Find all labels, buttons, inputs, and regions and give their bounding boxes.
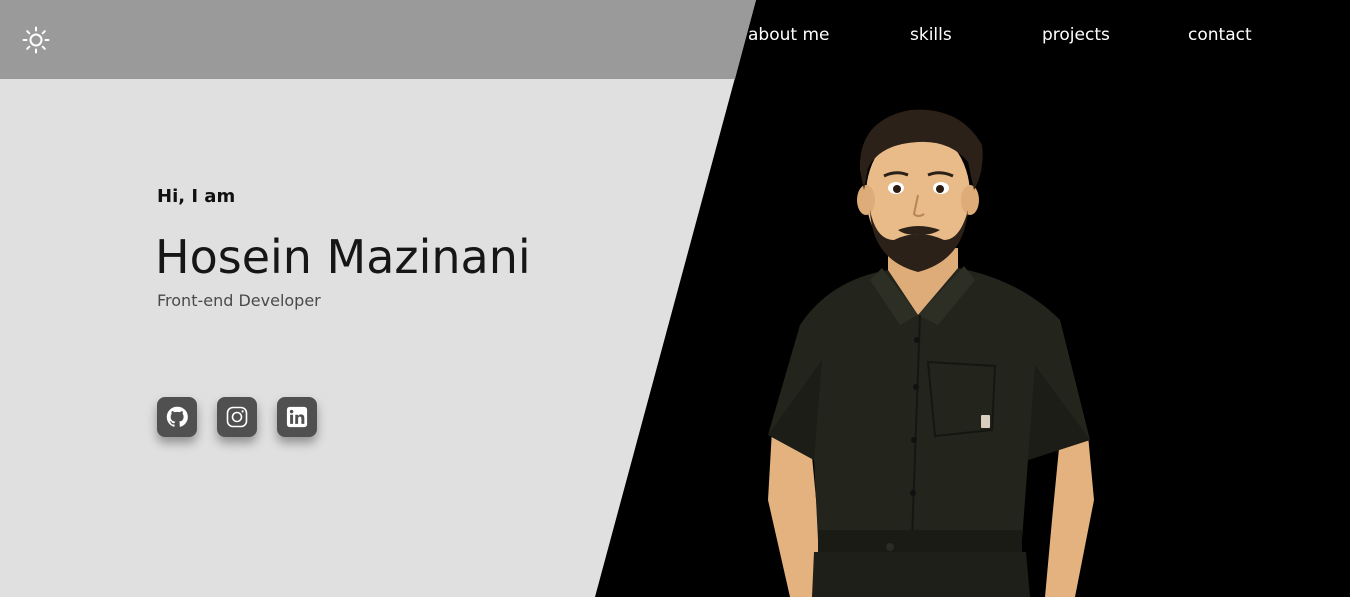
hero-name: Hosein Mazinani [155, 230, 531, 284]
page: about me skills projects contact Hi, I a… [0, 0, 1350, 597]
greeting: Hi, I am [157, 186, 236, 207]
linkedin-icon [286, 406, 308, 428]
main-nav: about me skills projects contact [0, 24, 1350, 48]
instagram-button[interactable] [217, 397, 257, 437]
nav-about-me[interactable]: about me [748, 24, 829, 46]
linkedin-button[interactable] [277, 397, 317, 437]
instagram-icon [226, 406, 248, 428]
hero-role: Front-end Developer [157, 291, 321, 310]
nav-projects[interactable]: projects [1042, 24, 1110, 46]
nav-contact[interactable]: contact [1188, 24, 1252, 46]
nav-skills[interactable]: skills [910, 24, 952, 46]
avatar-illustration [768, 109, 1094, 597]
github-icon [166, 406, 188, 427]
github-button[interactable] [157, 397, 197, 437]
